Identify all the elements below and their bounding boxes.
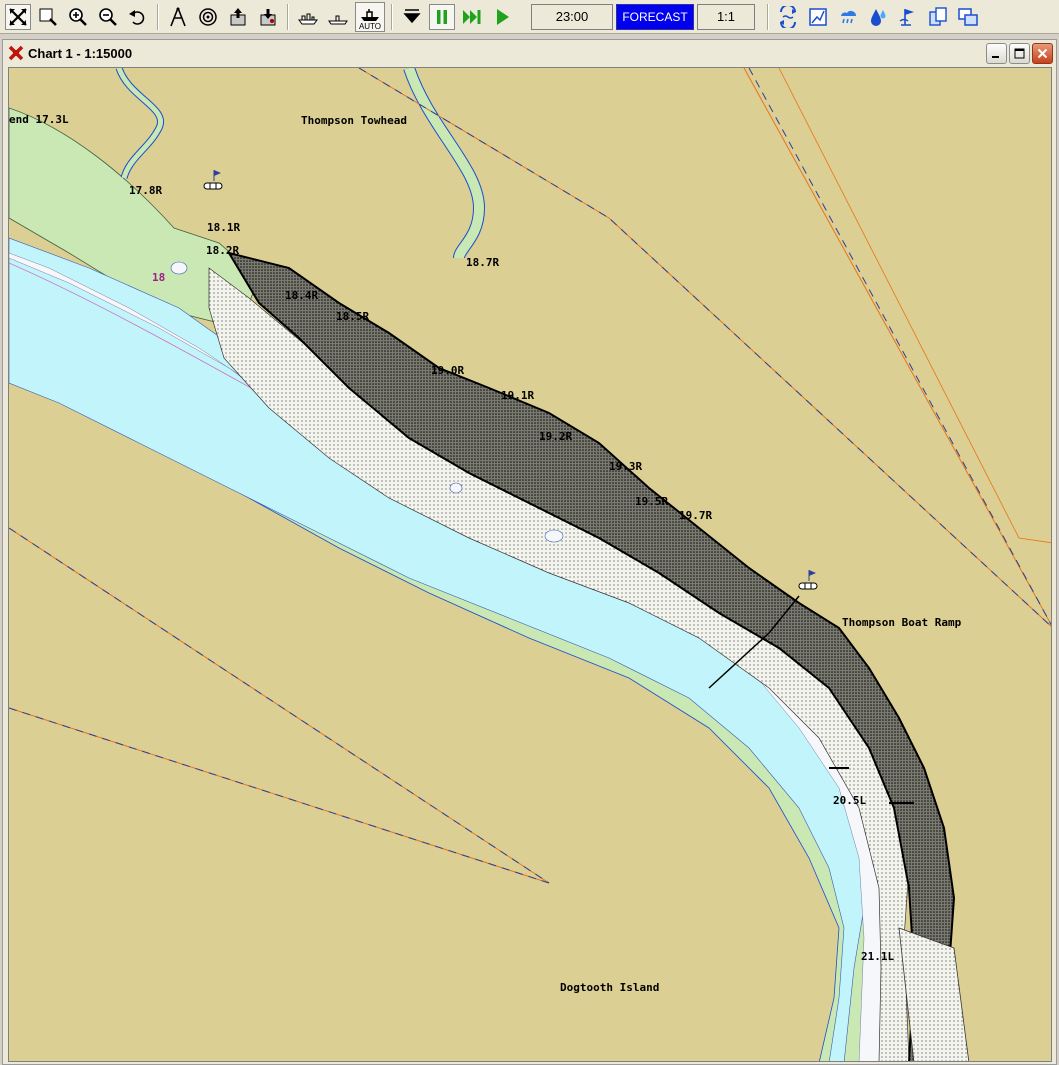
auto-label: AUTO [358,21,382,31]
maximize-button[interactable] [1009,43,1030,64]
depth-sounding: 18 [152,271,165,284]
copy-icon[interactable] [925,4,951,30]
chart-view-icon[interactable] [805,4,831,30]
close-button[interactable] [1032,43,1053,64]
pause-icon[interactable] [429,3,455,30]
close-icon [1037,48,1048,59]
mile-marker-19-7: 19.7R [679,509,712,522]
dogtooth-island-label: Dogtooth Island [560,981,659,994]
water-icon[interactable] [865,4,891,30]
flag-icon[interactable] [895,4,921,30]
scale-ratio-display[interactable]: 1:1 [697,3,755,30]
mile-marker-18-4: 18.4R [285,289,318,302]
thompson-boat-ramp-label: Thompson Boat Ramp [842,616,962,629]
mile-marker-18-7: 18.7R [466,256,499,269]
mile-marker-21-1: 21.1L [861,950,894,963]
play-icon[interactable] [489,4,515,30]
ship-icon[interactable] [295,4,321,30]
chart-window-title: Chart 1 - 1:15000 [28,45,133,61]
mile-marker-18-2: 18.2R [206,244,239,257]
goto-start-icon[interactable] [399,4,425,30]
time-display[interactable]: 23:00 [531,3,613,30]
undo-icon[interactable] [125,4,151,30]
thompson-towhead-label: Thompson Towhead [301,114,407,127]
auto-ship-button[interactable]: AUTO [355,1,385,32]
pond [449,482,463,494]
fast-forward-icon[interactable] [459,4,485,30]
boat-profile-icon[interactable] [325,4,351,30]
weather-icon[interactable] [835,4,861,30]
nautical-chart-canvas[interactable]: end 17.3L Thompson Towhead 17.8R 18.1R 1… [8,67,1052,1062]
toolbar-separator [767,3,769,30]
mile-marker-20-5: 20.5L [833,794,866,807]
zoom-out-icon[interactable] [95,4,121,30]
compass-divider-icon[interactable] [165,4,191,30]
mile-marker-19-0: 19.0R [431,364,464,377]
chart-window-titlebar[interactable]: Chart 1 - 1:15000 [3,40,1056,66]
chart-window: Chart 1 - 1:15000 end 17.3L Thompson Tow… [2,39,1057,1065]
pond [170,261,188,275]
zoom-window-icon[interactable] [35,4,61,30]
windows-icon[interactable] [955,4,981,30]
forecast-button[interactable]: FORECAST [616,3,694,30]
mile-marker-18-1: 18.1R [207,221,240,234]
target-icon[interactable] [195,4,221,30]
bend-label: end 17.3L [9,113,69,126]
minimize-button[interactable] [986,43,1007,64]
nautical-chart[interactable]: end 17.3L Thompson Towhead 17.8R 18.1R 1… [9,68,1052,1062]
minimize-icon [992,56,999,58]
window-controls [984,43,1053,64]
toolbar-separator [391,3,393,30]
tide-icon[interactable] [775,4,801,30]
mile-marker-19-5: 19.5R [635,495,668,508]
mile-marker-19-1: 19.1R [501,389,534,402]
import-icon[interactable] [255,4,281,30]
pond [544,529,564,543]
mile-marker-18-5: 18.5R [336,310,369,323]
mile-marker-17-8: 17.8R [129,184,162,197]
export-icon[interactable] [225,4,251,30]
main-toolbar: AUTO 23:00 FORECAST 1:1 [0,0,1059,34]
toolbar-separator [287,3,289,30]
mile-marker-19-3: 19.3R [609,460,642,473]
maximize-icon [1014,48,1025,59]
chart-app-icon [8,45,24,61]
mile-marker-19-2: 19.2R [539,430,572,443]
select-all-icon[interactable] [5,3,31,30]
zoom-in-icon[interactable] [65,4,91,30]
toolbar-separator [157,3,159,30]
